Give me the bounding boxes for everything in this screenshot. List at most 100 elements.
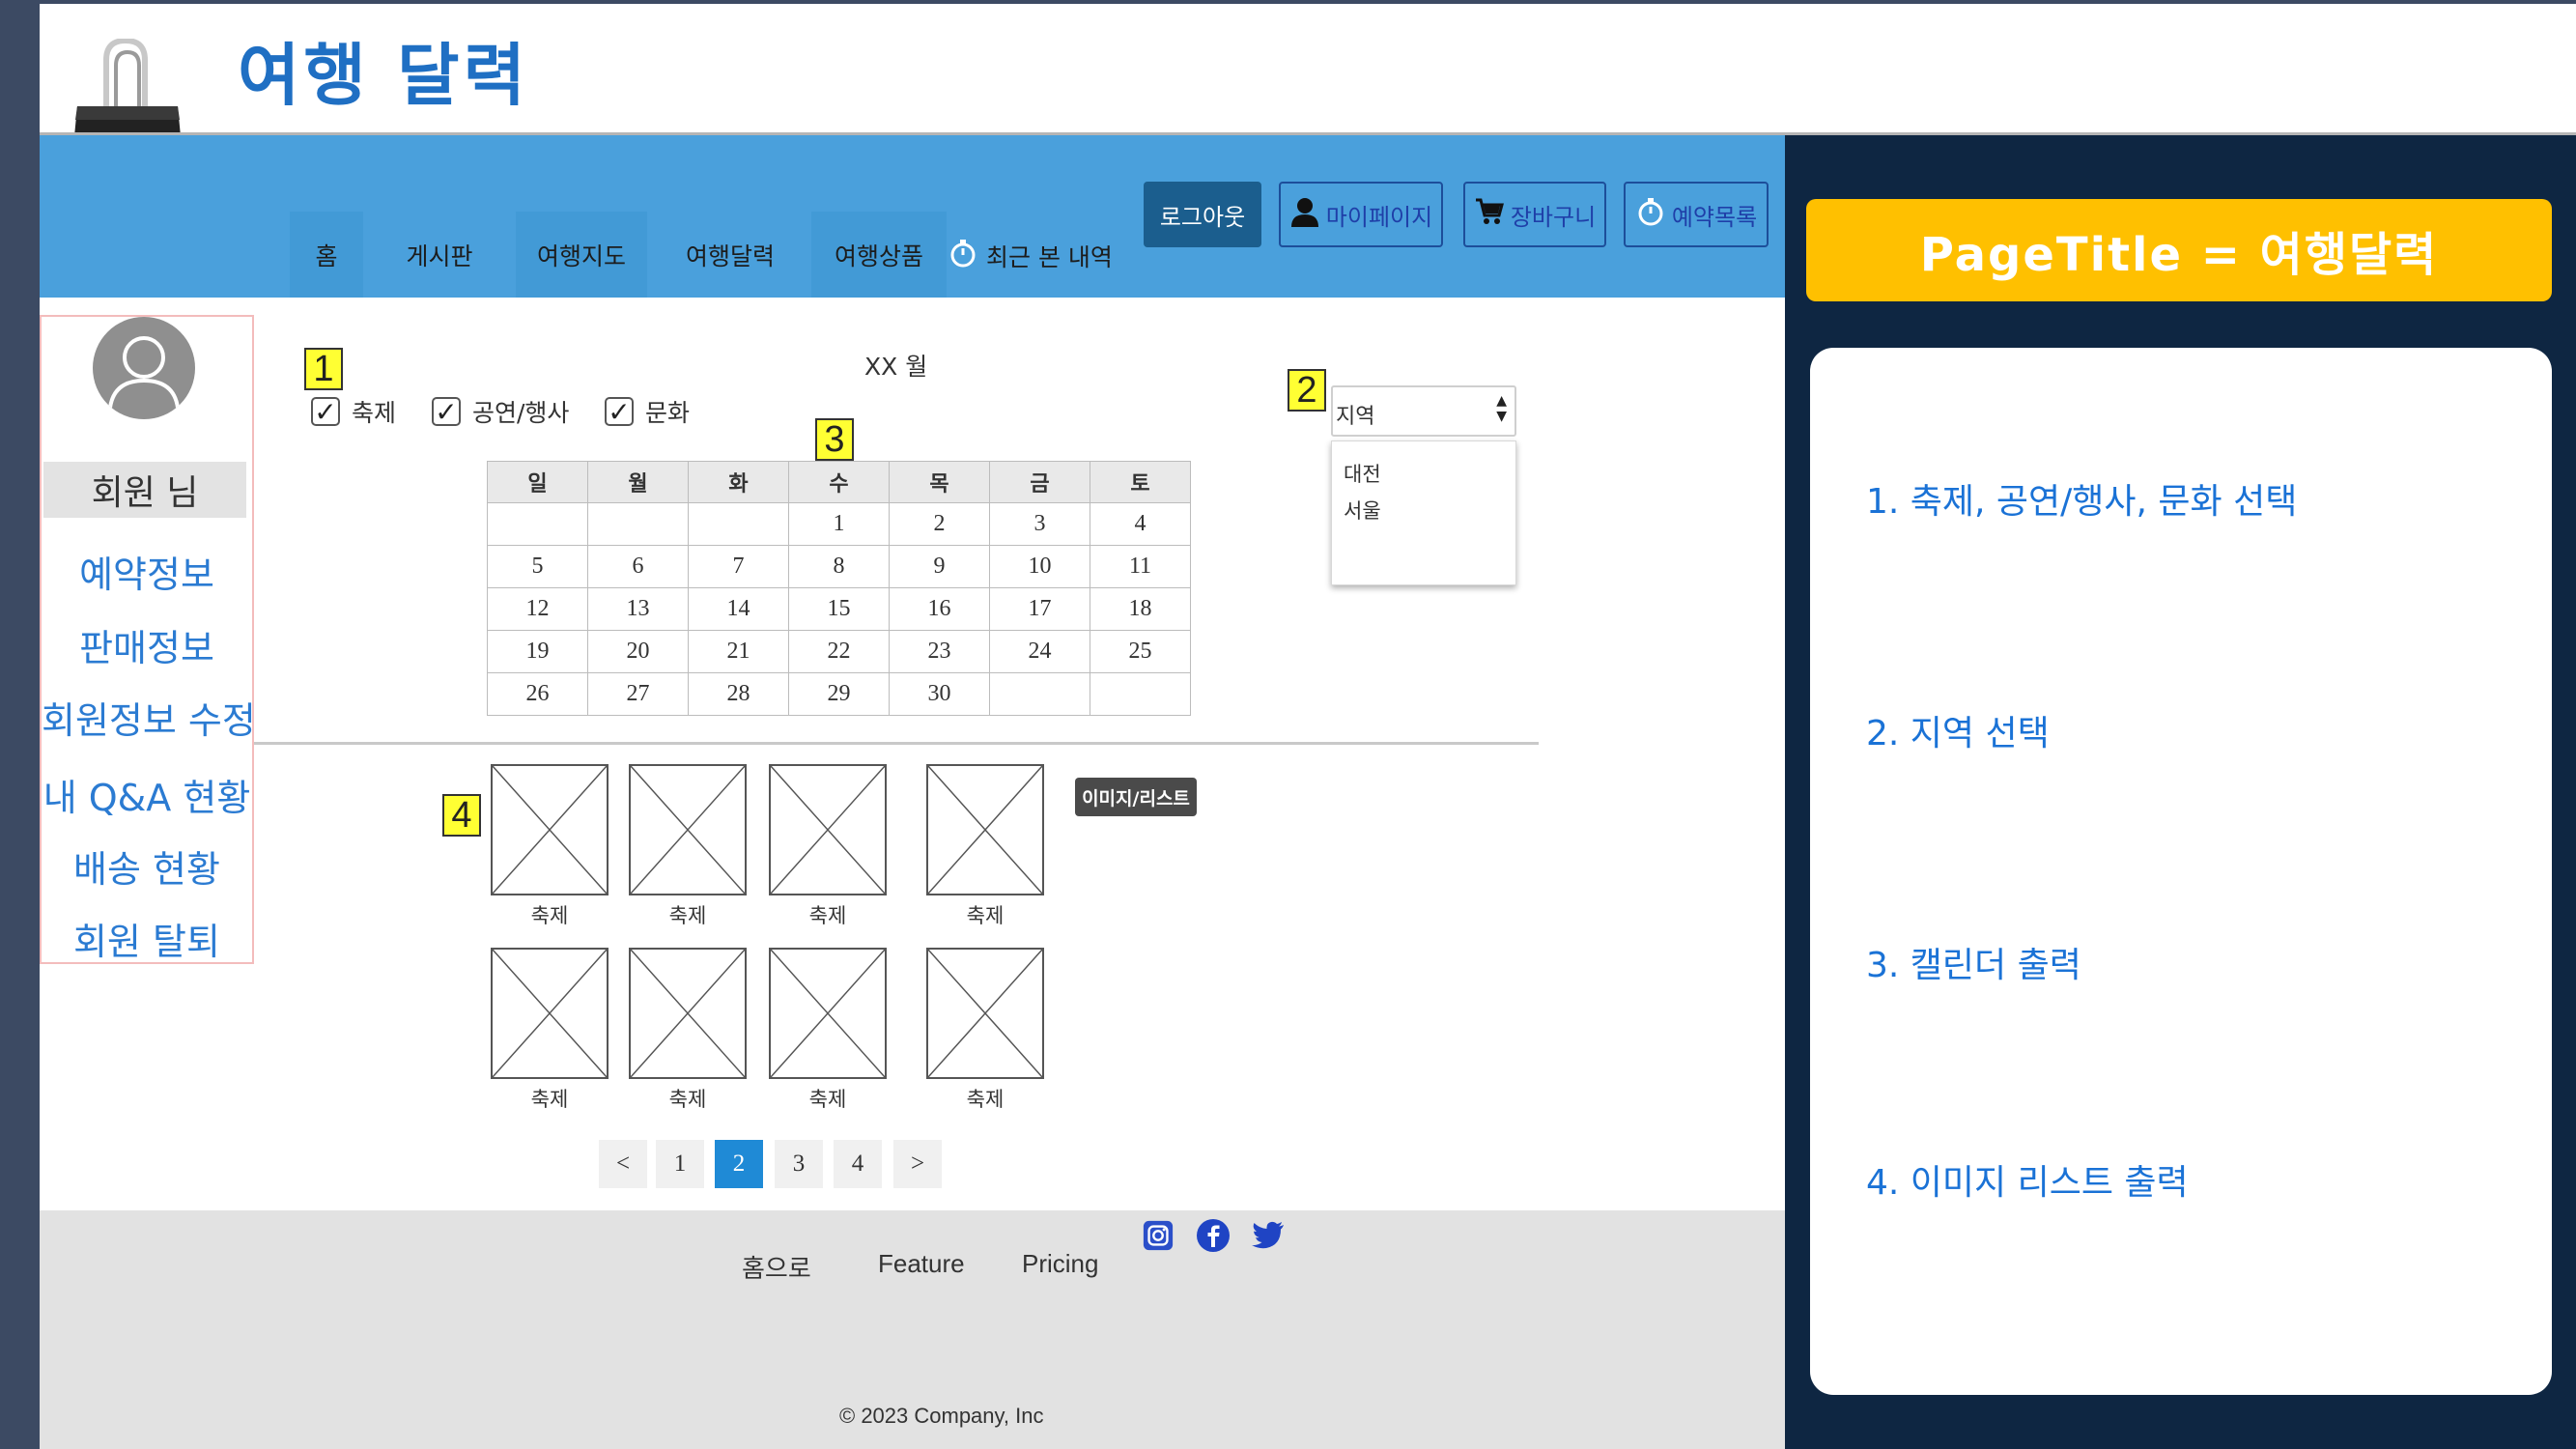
pagination-page-button[interactable]: 1 [656,1140,704,1188]
instagram-icon[interactable] [1141,1218,1175,1253]
region-option[interactable]: 서울 [1344,496,1381,525]
calendar-day-cell[interactable]: 10 [989,545,1090,588]
nav-recent-label: 최근 본 내역 [986,243,1113,271]
calendar-day-cell[interactable]: 4 [1090,502,1191,546]
calendar-day-cell[interactable]: 3 [989,502,1090,546]
calendar-day-cell[interactable]: 18 [1090,587,1191,631]
filter-culture[interactable]: ✓ 문화 [605,394,690,429]
nav-tab-travel-calendar[interactable]: 여행달력 [663,212,798,298]
facebook-icon[interactable] [1196,1218,1231,1253]
calendar-day-cell[interactable]: 23 [889,630,990,673]
cart-button[interactable]: 장바구니 [1463,182,1606,247]
nav-tab-label: 여행상품 [834,242,923,270]
nav-tab-board[interactable]: 게시판 [381,212,498,298]
calendar-day-cell[interactable]: 8 [788,545,890,588]
weekday-header: 금 [989,461,1090,503]
sidebar-link-qna-status[interactable]: 내 Q&A 현황 [42,768,252,821]
calendar-day-cell[interactable]: 9 [889,545,990,588]
checkbox-checked-icon[interactable]: ✓ [311,396,340,428]
panel-description-item: 4. 이미지 리스트 출력 [1866,1163,2189,1203]
calendar-day-cell[interactable] [989,672,1090,716]
calendar-day-cell[interactable]: 5 [487,545,588,588]
region-option[interactable]: 대전 [1344,459,1381,488]
checkbox-checked-icon[interactable]: ✓ [432,396,461,428]
calendar-day-cell[interactable]: 19 [487,630,588,673]
avatar[interactable] [93,317,195,419]
image-list-toggle-button[interactable]: 이미지/리스트 [1075,778,1197,816]
member-sidebar: 회원 님 예약정보 판매정보 회원정보 수정 내 Q&A 현황 배송 현황 회원… [40,315,256,965]
region-select[interactable]: 지역 ▲ ▼ [1331,385,1516,437]
filter-label: 문화 [645,399,691,427]
calendar-day-cell[interactable]: 14 [688,587,789,631]
calendar-day-cell[interactable]: 22 [788,630,890,673]
image-placeholder[interactable] [769,764,887,895]
calendar-day-cell[interactable] [1090,672,1191,716]
calendar-day-cell[interactable]: 27 [587,672,689,716]
nav-tab-home[interactable]: 홈 [290,212,363,298]
footer-link-home[interactable]: 홈으로 [742,1249,811,1285]
filter-performance-event[interactable]: ✓ 공연/행사 [432,394,569,429]
sidebar-link-delivery-status[interactable]: 배송 현황 [42,839,252,893]
filter-label: 공연/행사 [472,399,570,427]
pagination-next-button[interactable]: > [893,1140,942,1188]
checkbox-checked-icon[interactable]: ✓ [605,396,634,428]
pagination-prev-button[interactable]: < [599,1140,647,1188]
image-placeholder[interactable] [491,948,609,1079]
filter-festival[interactable]: ✓ 축제 [311,394,396,429]
nav-tab-travel-products[interactable]: 여행상품 [811,212,947,298]
image-placeholder[interactable] [629,764,747,895]
reservations-label: 예약목록 [1671,203,1758,231]
logout-button[interactable]: 로그아웃 [1144,182,1261,247]
region-dropdown: 대전 서울 [1331,440,1516,585]
calendar-day-cell[interactable]: 25 [1090,630,1191,673]
calendar-day-cell[interactable] [487,502,588,546]
calendar-day-cell[interactable]: 17 [989,587,1090,631]
calendar-day-cell[interactable] [587,502,689,546]
calendar-day-cell[interactable]: 26 [487,672,588,716]
footer-copyright: © 2023 Company, Inc [839,1404,1044,1428]
calendar-day-cell[interactable]: 7 [688,545,789,588]
calendar-day-cell[interactable]: 2 [889,502,990,546]
calendar-day-cell[interactable]: 20 [587,630,689,673]
mypage-button[interactable]: 마이페이지 [1279,182,1443,247]
calendar-day-cell[interactable]: 21 [688,630,789,673]
image-placeholder[interactable] [629,948,747,1079]
twitter-icon[interactable] [1251,1218,1286,1253]
footer-link-feature[interactable]: Feature [878,1249,965,1279]
calendar-day-cell[interactable]: 13 [587,587,689,631]
image-placeholder[interactable] [926,948,1044,1079]
calendar-day-cell[interactable]: 6 [587,545,689,588]
sidebar-link-withdraw[interactable]: 회원 탈퇴 [42,912,252,965]
calendar-day-cell[interactable]: 16 [889,587,990,631]
sidebar-link-reservation-info[interactable]: 예약정보 [42,545,252,598]
calendar-day-cell[interactable]: 1 [788,502,890,546]
cart-icon [1474,196,1505,233]
footer-link-pricing[interactable]: Pricing [1022,1249,1098,1279]
pagination-page-current[interactable]: 2 [715,1140,763,1188]
calendar-day-cell[interactable]: 15 [788,587,890,631]
image-placeholder[interactable] [926,764,1044,895]
nav-recent-history[interactable]: 최근 본 내역 [948,227,1113,285]
calendar-day-cell[interactable]: 29 [788,672,890,716]
calendar-month-label: XX 월 [864,353,928,381]
nav-tab-travel-map[interactable]: 여행지도 [516,212,647,298]
calendar-day-cell[interactable] [688,502,789,546]
pagination-page-button[interactable]: 4 [834,1140,882,1188]
nav-tab-label: 여행달력 [685,242,775,270]
calendar-day-cell[interactable]: 12 [487,587,588,631]
sidebar-link-edit-profile[interactable]: 회원정보 수정 [42,691,256,744]
calendar-day-cell[interactable]: 24 [989,630,1090,673]
calendar-day-cell[interactable]: 28 [688,672,789,716]
calendar-day-cell[interactable]: 30 [889,672,990,716]
image-caption: 축제 [966,904,1005,927]
image-caption: 축제 [530,1088,569,1111]
filter-label: 축제 [352,399,397,427]
image-placeholder[interactable] [491,764,609,895]
image-caption: 축제 [668,1088,707,1111]
calendar-day-cell[interactable]: 11 [1090,545,1191,588]
pagination-page-button[interactable]: 3 [775,1140,823,1188]
image-placeholder[interactable] [769,948,887,1079]
annotation-tag-2: 2 [1288,369,1326,412]
reservations-button[interactable]: 예약목록 [1624,182,1769,247]
sidebar-link-sales-info[interactable]: 판매정보 [42,618,252,671]
